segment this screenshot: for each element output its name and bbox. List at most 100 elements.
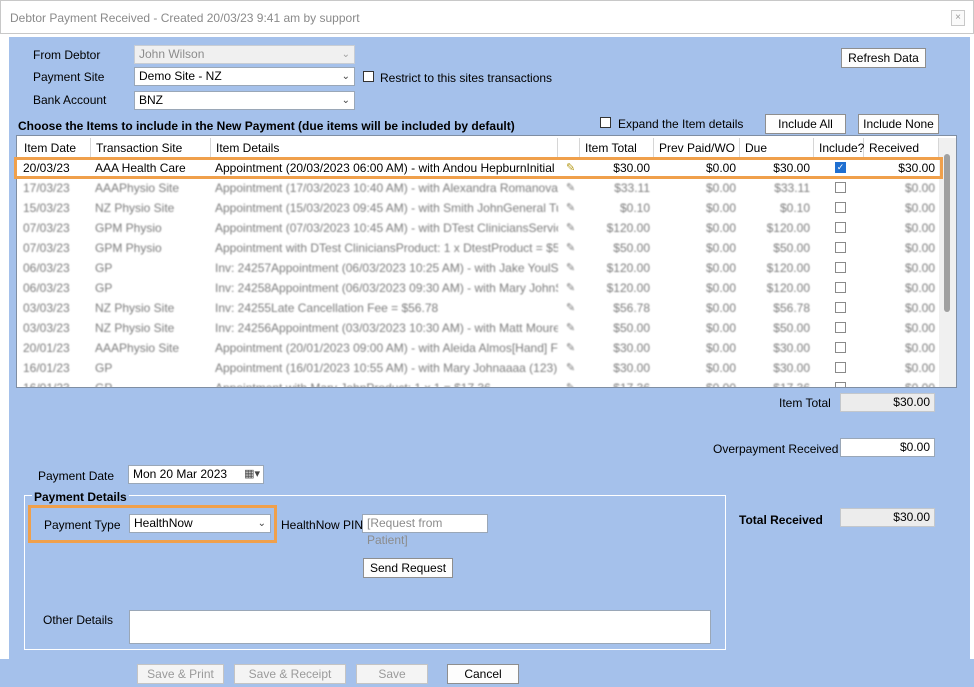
cell-details: Inv: 24258Appointment (06/03/2023 09:30 … xyxy=(215,281,558,295)
table-row[interactable]: 07/03/23 GPM Physio Appointment (07/03/202… xyxy=(19,218,939,238)
cell-details: Appointment (15/03/2023 09:45 AM) - with… xyxy=(215,201,558,215)
chevron-down-icon: ⌄ xyxy=(341,49,350,60)
payment-site-combo[interactable]: Demo Site - NZ ⌄ xyxy=(134,67,355,86)
table-row[interactable]: 03/03/23 NZ Physio Site Inv: 24255Late Can… xyxy=(19,298,939,318)
table-row[interactable]: 15/03/23 NZ Physio Site Appointment (15/03… xyxy=(19,198,939,218)
cell-total: $0.10 xyxy=(619,201,650,215)
payment-site-label: Payment Site xyxy=(33,70,105,84)
pencil-icon[interactable]: ✎ xyxy=(562,238,580,258)
cell-received: $0.00 xyxy=(904,321,935,335)
bank-account-label: Bank Account xyxy=(33,93,107,107)
cell-details: Appointment (17/03/2023 10:40 AM) - with… xyxy=(215,181,558,195)
cell-received: $0.00 xyxy=(904,221,935,235)
pencil-icon[interactable]: ✎ xyxy=(562,258,580,278)
cell-date: 07/03/23 xyxy=(23,221,70,235)
cell-total: $30.00 xyxy=(613,341,650,355)
table-row[interactable]: 20/01/23 AAAPhysio Site Appointment (20/01… xyxy=(19,338,939,358)
cell-details: Appointment (20/01/2023 09:00 AM) - with… xyxy=(215,341,558,355)
payment-date-picker[interactable]: Mon 20 Mar 2023 ▦▾ xyxy=(128,465,264,484)
include-checkbox[interactable] xyxy=(835,262,846,273)
include-checkbox[interactable] xyxy=(835,182,846,193)
include-checkbox[interactable] xyxy=(835,222,846,233)
bank-account-value: BNZ xyxy=(139,93,163,107)
include-checkbox[interactable] xyxy=(835,242,846,253)
column-header-item-total[interactable]: Item Total xyxy=(580,138,654,158)
table-row[interactable]: 07/03/23 GPM Physio Appointment with DTest… xyxy=(19,238,939,258)
cell-total: $120.00 xyxy=(606,261,650,275)
pencil-icon[interactable]: ✎ xyxy=(562,218,580,238)
cell-prev: $0.00 xyxy=(705,341,736,355)
close-icon[interactable]: × xyxy=(951,10,965,26)
highlight-payment-type xyxy=(28,505,277,543)
include-checkbox[interactable] xyxy=(835,382,846,387)
from-debtor-combo: John Wilson ⌄ xyxy=(134,45,355,64)
payment-details-heading: Payment Details xyxy=(32,490,129,504)
pencil-icon[interactable]: ✎ xyxy=(562,338,580,358)
chevron-down-icon: ⌄ xyxy=(341,95,350,106)
from-debtor-value: John Wilson xyxy=(139,47,205,61)
include-checkbox[interactable] xyxy=(835,202,846,213)
table-row[interactable]: 16/01/23 GP Appointment with Mary JohnProd… xyxy=(19,378,939,388)
column-header-due[interactable]: Due xyxy=(740,138,814,158)
refresh-data-button[interactable]: Refresh Data xyxy=(841,48,926,68)
restrict-checkbox[interactable] xyxy=(363,71,374,82)
healthnow-pin-input[interactable]: [Request from Patient] xyxy=(362,514,488,547)
pencil-icon[interactable]: ✎ xyxy=(562,358,580,378)
expand-details-checkbox[interactable] xyxy=(600,117,611,128)
other-details-input[interactable] xyxy=(129,610,711,644)
cell-total: $120.00 xyxy=(606,281,650,295)
include-checkbox[interactable] xyxy=(835,342,846,353)
include-checkbox[interactable] xyxy=(835,302,846,313)
healthnow-pin-label: HealthNow PIN xyxy=(281,518,364,532)
save-print-button[interactable]: Save & Print xyxy=(137,664,224,684)
column-header-edit xyxy=(558,138,580,158)
table-row[interactable]: 16/01/23 GP Appointment (16/01/2023 10:55 … xyxy=(19,358,939,378)
column-header-include[interactable]: Include? xyxy=(814,138,864,158)
cell-prev: $0.00 xyxy=(705,261,736,275)
cell-received: $0.00 xyxy=(904,361,935,375)
cell-details: Inv: 24255Late Cancellation Fee = $56.78 xyxy=(215,301,439,315)
save-receipt-button[interactable]: Save & Receipt xyxy=(234,664,346,684)
column-header-transaction-site[interactable]: Transaction Site xyxy=(91,138,211,158)
total-received-label: Total Received xyxy=(739,513,823,527)
cancel-button[interactable]: Cancel xyxy=(447,664,519,684)
include-checkbox[interactable] xyxy=(835,362,846,373)
pencil-icon[interactable]: ✎ xyxy=(562,318,580,338)
cell-date: 16/01/23 xyxy=(23,361,70,375)
pencil-icon[interactable]: ✎ xyxy=(562,298,580,318)
cell-details: Inv: 24256Appointment (03/03/2023 10:30 … xyxy=(215,321,558,335)
pencil-icon[interactable]: ✎ xyxy=(562,178,580,198)
cell-details: Appointment (16/01/2023 10:55 AM) - with… xyxy=(215,361,558,375)
column-header-item-date[interactable]: Item Date xyxy=(19,138,91,158)
scrollbar-thumb[interactable] xyxy=(944,154,950,312)
item-total-field: $30.00 xyxy=(840,393,935,412)
table-row[interactable]: 03/03/23 NZ Physio Site Inv: 24256Appointm… xyxy=(19,318,939,338)
calendar-icon[interactable]: ▦▾ xyxy=(244,466,260,483)
include-none-button[interactable]: Include None xyxy=(858,114,939,134)
table-row[interactable]: 06/03/23 GP Inv: 24257Appointment (06/03/2… xyxy=(19,258,939,278)
column-header-prev-paid[interactable]: Prev Paid/WO xyxy=(654,138,740,158)
pencil-icon[interactable]: ✎ xyxy=(562,378,580,387)
cell-prev: $0.00 xyxy=(705,201,736,215)
cell-date: 16/01/23 xyxy=(23,381,70,388)
table-row[interactable]: 06/03/23 GP Inv: 24258Appointment (06/03/2… xyxy=(19,278,939,298)
pencil-icon[interactable]: ✎ xyxy=(562,278,580,298)
cell-site: NZ Physio Site xyxy=(95,201,175,215)
column-header-received[interactable]: Received xyxy=(864,138,939,158)
include-checkbox[interactable] xyxy=(835,322,846,333)
cell-site: AAAPhysio Site xyxy=(95,341,180,355)
cell-due: $17.36 xyxy=(773,381,810,388)
pencil-icon[interactable]: ✎ xyxy=(562,198,580,218)
include-checkbox[interactable] xyxy=(835,282,846,293)
column-header-item-details[interactable]: Item Details xyxy=(211,138,558,158)
cell-prev: $0.00 xyxy=(705,321,736,335)
expand-details-label: Expand the Item details xyxy=(618,117,744,131)
save-button[interactable]: Save xyxy=(356,664,428,684)
cell-due: $120.00 xyxy=(766,281,810,295)
cell-total: $56.78 xyxy=(613,301,650,315)
send-request-button[interactable]: Send Request xyxy=(363,558,453,578)
overpayment-field[interactable]: $0.00 xyxy=(840,438,935,457)
table-row[interactable]: 17/03/23 AAAPhysio Site Appointment (17/03… xyxy=(19,178,939,198)
include-all-button[interactable]: Include All xyxy=(765,114,846,134)
bank-account-combo[interactable]: BNZ ⌄ xyxy=(134,91,355,110)
